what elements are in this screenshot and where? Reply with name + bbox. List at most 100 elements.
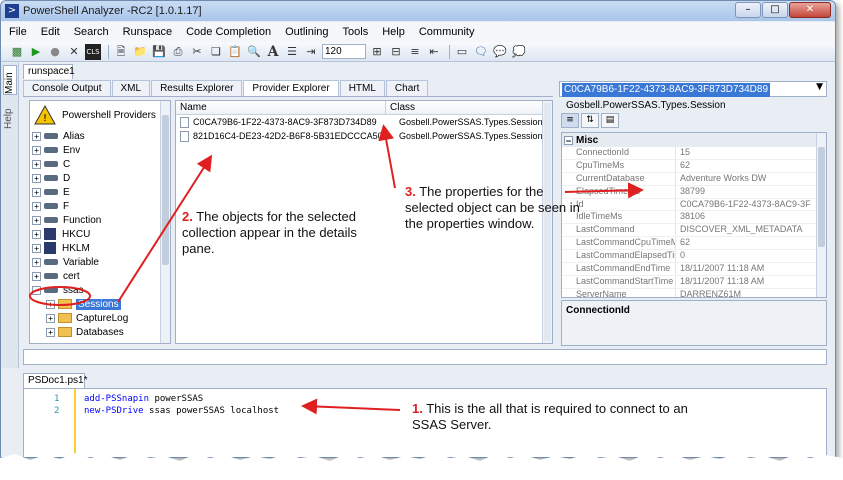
cancel-icon[interactable]: ✕ xyxy=(66,44,82,60)
property-object-select[interactable]: C0CA79B6-1F22-4373-8AC9-3F873D734D89 ▼ xyxy=(559,81,827,97)
property-row[interactable]: LastCommandElapsedTimeM 0 xyxy=(562,250,826,264)
code-line[interactable]: new-PSDrive ssas powerSSAS localhost xyxy=(84,406,279,416)
copy-icon[interactable]: ❏ xyxy=(208,44,224,60)
expand-icon[interactable]: + xyxy=(32,229,41,239)
tree-item-e[interactable]: + E xyxy=(32,185,170,199)
outdent-icon[interactable]: ⇤ xyxy=(426,44,442,60)
code-line[interactable]: add-PSSnapin powerSSAS xyxy=(84,394,203,404)
indent-icon[interactable]: ⇥ xyxy=(303,44,319,60)
tab-provider-explorer[interactable]: Provider Explorer xyxy=(243,80,339,96)
maximize-icon[interactable]: □ xyxy=(762,2,788,18)
expand-icon[interactable]: + xyxy=(32,201,41,211)
delete-message-icon[interactable]: 💭 xyxy=(511,44,527,60)
zoom-out-icon[interactable]: ⊟ xyxy=(388,44,404,60)
expand-icon[interactable]: + xyxy=(32,173,41,183)
zoom-input[interactable]: 120 xyxy=(322,44,366,59)
expand-icon[interactable]: + xyxy=(46,327,55,337)
side-tab-help[interactable]: Help xyxy=(3,99,17,129)
expand-icon[interactable]: + xyxy=(46,313,55,323)
expand-icon[interactable]: + xyxy=(32,271,41,281)
categorized-icon[interactable]: ≡ xyxy=(561,113,579,128)
expand-icon[interactable]: + xyxy=(32,243,41,253)
open-folder-icon[interactable]: 📁 xyxy=(132,44,148,60)
print-icon[interactable]: ⎙ xyxy=(170,44,186,60)
property-row[interactable]: ServerName DARRENZ61M xyxy=(562,288,826,297)
providers-tree-pane[interactable]: ! Powershell Providers + Alias + Env + C + D… xyxy=(29,100,171,344)
expand-icon[interactable]: + xyxy=(32,257,41,267)
tab-results-explorer[interactable]: Results Explorer xyxy=(151,80,243,96)
chat-icon[interactable]: 🗨 xyxy=(473,44,489,60)
tree-item-databases[interactable]: + Databases xyxy=(32,325,170,339)
expand-icon[interactable]: + xyxy=(32,159,41,169)
scrollbar-thumb[interactable] xyxy=(162,115,169,265)
providers-scrollbar[interactable] xyxy=(160,101,170,343)
tree-item-ssas[interactable]: – ssas xyxy=(32,283,170,297)
window-icon[interactable]: ▭ xyxy=(454,44,470,60)
menu-edit[interactable]: Edit xyxy=(41,26,60,38)
paste-icon[interactable]: 📋 xyxy=(227,44,243,60)
menu-search[interactable]: Search xyxy=(74,26,109,38)
tab-chart[interactable]: Chart xyxy=(385,80,429,96)
table-row[interactable]: C0CA79B6-1F22-4373-8AC9-3F873D734D89 Gos… xyxy=(176,115,552,129)
property-row[interactable]: LastCommandEndTime 18/11/2007 11:18 AM xyxy=(562,263,826,276)
expand-icon[interactable]: + xyxy=(32,145,41,155)
script-icon[interactable]: ▩ xyxy=(9,44,25,60)
close-icon[interactable]: ✕ xyxy=(789,2,831,18)
menu-community[interactable]: Community xyxy=(419,26,475,38)
expand-icon[interactable]: + xyxy=(46,299,55,309)
property-row[interactable]: ConnectionId 15 xyxy=(562,147,826,160)
property-grid[interactable]: – Misc ConnectionId 15 CpuTimeMs 62 Current… xyxy=(561,132,827,298)
menu-help[interactable]: Help xyxy=(382,26,405,38)
tree-item-alias[interactable]: + Alias xyxy=(32,129,170,143)
chevron-down-icon[interactable]: ▼ xyxy=(816,82,823,92)
tab-psdoc1[interactable]: PSDoc1.ps1* xyxy=(23,373,87,388)
scrollbar-thumb[interactable] xyxy=(818,147,825,247)
property-row[interactable]: LastCommand DISCOVER_XML_METADATA xyxy=(562,224,826,238)
tree-item-variable[interactable]: + Variable xyxy=(32,255,170,269)
property-row[interactable]: LastCommandCpuTimeMs 62 xyxy=(562,237,826,251)
menu-tools[interactable]: Tools xyxy=(343,26,369,38)
property-row[interactable]: CurrentDatabase Adventure Works DW xyxy=(562,172,826,186)
property-row[interactable]: Id C0CA79B6-1F22-4373-8AC9-3F xyxy=(562,198,826,212)
tree-item-cert[interactable]: + cert xyxy=(32,269,170,283)
find-icon[interactable]: 🔍 xyxy=(246,44,262,60)
tree-item-f[interactable]: + F xyxy=(32,199,170,213)
expand-icon[interactable]: + xyxy=(32,187,41,197)
tab-xml[interactable]: XML xyxy=(111,80,151,96)
property-row[interactable]: CpuTimeMs 62 xyxy=(562,159,826,173)
property-row[interactable]: ElapsedTimeMs 38799 xyxy=(562,185,826,199)
sort-alpha-icon[interactable]: ⇅ xyxy=(581,113,599,128)
property-row[interactable]: IdleTimeMs 38106 xyxy=(562,211,826,225)
zoom-in-icon[interactable]: ⊞ xyxy=(369,44,385,60)
minimize-icon[interactable]: – xyxy=(735,2,761,18)
tab-console-output[interactable]: Console Output xyxy=(23,80,111,96)
title-bar[interactable]: > PowerShell Analyzer -RC2 [1.0.1.17] – … xyxy=(1,1,835,21)
save-icon[interactable]: 💾 xyxy=(151,44,167,60)
menu-file[interactable]: File xyxy=(9,26,27,38)
tab-html[interactable]: HTML xyxy=(339,80,385,96)
comment-icon[interactable]: ☰ xyxy=(284,44,300,60)
tab-runspace1[interactable]: runspace1 xyxy=(23,64,75,79)
format-icon[interactable]: ≡ xyxy=(407,44,423,60)
providers-root[interactable]: ! Powershell Providers xyxy=(30,101,170,129)
tree-item-c[interactable]: + C xyxy=(32,157,170,171)
font-icon[interactable]: A xyxy=(265,44,281,60)
command-input[interactable] xyxy=(23,349,827,365)
expand-icon[interactable]: + xyxy=(32,215,41,225)
menu-code-completion[interactable]: Code Completion xyxy=(186,26,271,38)
column-header-name[interactable]: Name xyxy=(176,101,386,114)
property-pages-icon[interactable]: ▤ xyxy=(601,113,619,128)
tree-item-d[interactable]: + D xyxy=(32,171,170,185)
tree-item-function[interactable]: + Function xyxy=(32,213,170,227)
new-file-icon[interactable]: 🗎 xyxy=(113,44,129,60)
cut-icon[interactable]: ✂ xyxy=(189,44,205,60)
expand-icon[interactable]: + xyxy=(32,131,41,141)
property-category[interactable]: – Misc xyxy=(562,133,826,147)
clear-console-icon[interactable]: CLS xyxy=(85,43,101,60)
run-icon[interactable]: ▶ xyxy=(28,44,44,60)
collapse-icon[interactable]: – xyxy=(32,285,41,295)
stop-icon[interactable]: ● xyxy=(47,44,63,60)
side-tab-main[interactable]: Main xyxy=(3,65,17,95)
menu-outlining[interactable]: Outlining xyxy=(285,26,328,38)
tree-item-hkcu[interactable]: + HKCU xyxy=(32,227,170,241)
